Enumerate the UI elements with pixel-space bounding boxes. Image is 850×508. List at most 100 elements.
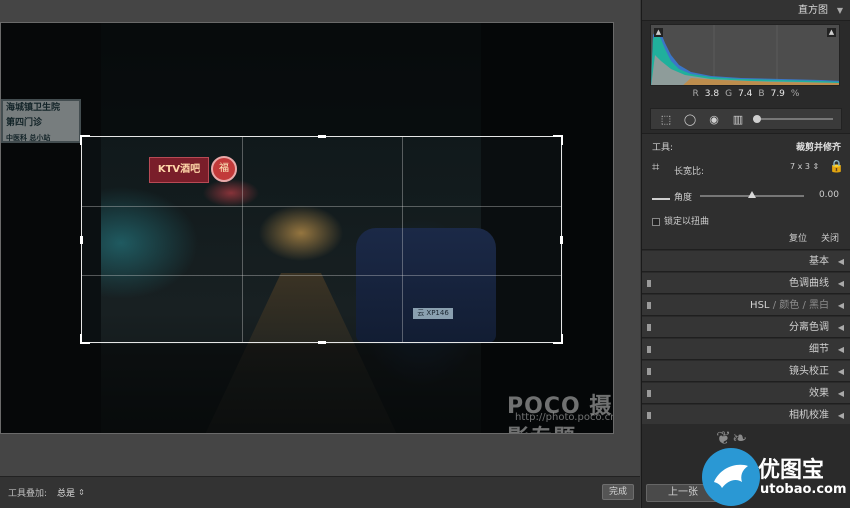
panel-switch-icon[interactable]: [647, 346, 651, 353]
crop-dim-right: [563, 136, 613, 344]
crop-handle-bottom-left[interactable]: [80, 334, 90, 344]
close-button[interactable]: 关闭: [821, 231, 839, 244]
section-tone-curve[interactable]: 色调曲线 ◀: [642, 273, 850, 294]
section-effects[interactable]: 效果 ◀: [642, 383, 850, 404]
expand-triangle-icon[interactable]: ◀: [838, 405, 844, 426]
up-down-arrows-icon[interactable]: ⇕: [78, 488, 85, 497]
panel-switch-icon[interactable]: [647, 412, 651, 419]
done-button[interactable]: 完成: [602, 484, 634, 500]
angle-value: 0.00: [818, 190, 839, 200]
panel-switch-icon[interactable]: [647, 324, 651, 331]
r-label: R: [692, 89, 699, 99]
panel-switch-icon[interactable]: [647, 302, 651, 309]
section-label: 镜头校正: [789, 366, 829, 377]
spot-removal-icon[interactable]: ◯: [681, 112, 699, 126]
crop-handle-bottom-right[interactable]: [553, 334, 563, 344]
photo[interactable]: 海城镇卫生院 第四门诊 中医科 总小站 KTV酒吧 福 云 XP146 POCO…: [0, 22, 614, 434]
crop-frame[interactable]: [80, 135, 563, 344]
crop-dim-top: [1, 23, 613, 136]
watermark: POCO 摄影专题: [507, 394, 613, 433]
section-detail[interactable]: 细节 ◀: [642, 339, 850, 360]
g-value: 7.4: [738, 89, 753, 99]
g-label: G: [725, 89, 733, 99]
shadow-clipping-icon[interactable]: ▲: [654, 28, 663, 37]
expand-triangle-icon[interactable]: ◀: [838, 295, 844, 316]
tool-row: 工具: 裁剪并修齐: [652, 140, 841, 153]
hsl-separator: /: [772, 300, 777, 311]
crop-handle-top-left[interactable]: [80, 135, 90, 145]
crop-grid-line: [402, 137, 403, 342]
section-label: 色调曲线: [789, 278, 829, 289]
red-eye-icon[interactable]: ◉: [705, 112, 723, 126]
highlight-clipping-icon[interactable]: ▲: [827, 28, 836, 37]
bottom-toolbar: 工具叠加: 总是 ⇕ 完成: [0, 476, 640, 508]
section-label: 细节: [809, 344, 829, 355]
section-label: 基本: [809, 256, 829, 267]
crop-handle-left[interactable]: [80, 236, 83, 244]
crop-grid-line: [242, 137, 243, 342]
tab-hsl[interactable]: HSL: [750, 300, 769, 311]
constrain-row: 锁定以扭曲: [652, 214, 841, 227]
histogram-header[interactable]: 直方图 ▼: [642, 0, 850, 21]
watermark-url: http://photo.poco.cn/: [515, 412, 614, 423]
section-label: 分离色调: [789, 322, 829, 333]
r-value: 3.8: [704, 89, 720, 99]
crop-grid-line: [82, 206, 561, 207]
aspect-ratio-select[interactable]: 7 x 3 ⇕: [790, 162, 819, 171]
tool-strip: ⬚ ◯ ◉ ▥: [650, 108, 842, 130]
expand-triangle-icon[interactable]: ◀: [838, 251, 844, 272]
panel-footer: ❦❧ 上一张 优图宝 utobao.com: [642, 424, 850, 508]
constrain-label: 锁定以扭曲: [664, 217, 710, 227]
expand-triangle-icon[interactable]: ◀: [838, 339, 844, 360]
b-label: B: [758, 89, 765, 99]
logo-url: utobao.com: [760, 482, 847, 497]
section-hsl[interactable]: HSL / 颜色 / 黑白 ◀: [642, 295, 850, 316]
crop-dim-left: [1, 136, 81, 344]
bird-logo-graphic: [714, 464, 748, 488]
canvas-area: 海城镇卫生院 第四门诊 中医科 总小站 KTV酒吧 福 云 XP146 POCO…: [0, 0, 640, 476]
hsl-separator: /: [802, 300, 806, 311]
panel-switch-icon[interactable]: [647, 280, 651, 287]
section-camera-calibration[interactable]: 相机校准 ◀: [642, 405, 850, 426]
ornament-icon: ❦❧: [716, 428, 749, 449]
tab-color[interactable]: 颜色: [779, 300, 799, 311]
histogram: ▲ ▲: [650, 24, 840, 86]
crop-handle-top[interactable]: [318, 135, 326, 138]
crop-handle-right[interactable]: [560, 236, 563, 244]
angle-slider-knob[interactable]: [748, 191, 756, 198]
constrain-checkbox[interactable]: [652, 217, 660, 226]
expand-triangle-icon[interactable]: ◀: [838, 317, 844, 338]
section-lens-corrections[interactable]: 镜头校正 ◀: [642, 361, 850, 382]
percent-unit: %: [790, 89, 800, 99]
section-split-toning[interactable]: 分离色调 ◀: [642, 317, 850, 338]
panel-switch-icon[interactable]: [647, 368, 651, 375]
lock-icon[interactable]: 🔒: [829, 159, 844, 173]
graduated-filter-icon[interactable]: ▥: [729, 112, 747, 126]
b-value: 7.9: [770, 89, 785, 99]
tool-overlay-label: 工具叠加:: [8, 489, 48, 499]
tool-overlay-select[interactable]: 总是: [57, 486, 75, 499]
angle-slider[interactable]: [700, 191, 804, 198]
histogram-title: 直方图: [798, 5, 828, 16]
reset-button[interactable]: 复位: [789, 231, 807, 244]
adjustment-brush-slider[interactable]: [753, 115, 833, 123]
crop-grid-line: [82, 275, 561, 276]
panel-switch-icon[interactable]: [647, 390, 651, 397]
section-basic[interactable]: 基本 ◀: [642, 251, 850, 272]
crop-handle-top-right[interactable]: [553, 135, 563, 145]
expand-triangle-icon[interactable]: ◀: [838, 273, 844, 294]
histogram-graph: [651, 25, 839, 85]
angle-label: 角度: [674, 193, 693, 203]
tab-bw[interactable]: 黑白: [809, 300, 829, 311]
crop-tool-icon[interactable]: ⌗: [652, 160, 659, 175]
straighten-tool-icon[interactable]: [652, 190, 670, 200]
section-label: 效果: [809, 388, 829, 399]
crop-handle-bottom[interactable]: [318, 341, 326, 344]
expand-triangle-icon[interactable]: ◀: [838, 383, 844, 404]
logo-text: 优图宝: [758, 458, 825, 483]
collapse-triangle-icon[interactable]: ▼: [837, 0, 843, 21]
expand-triangle-icon[interactable]: ◀: [838, 361, 844, 382]
tool-label: 工具:: [652, 143, 674, 153]
crop-buttons: 复位 关闭: [789, 231, 839, 244]
crop-overlay-icon[interactable]: ⬚: [657, 112, 675, 126]
